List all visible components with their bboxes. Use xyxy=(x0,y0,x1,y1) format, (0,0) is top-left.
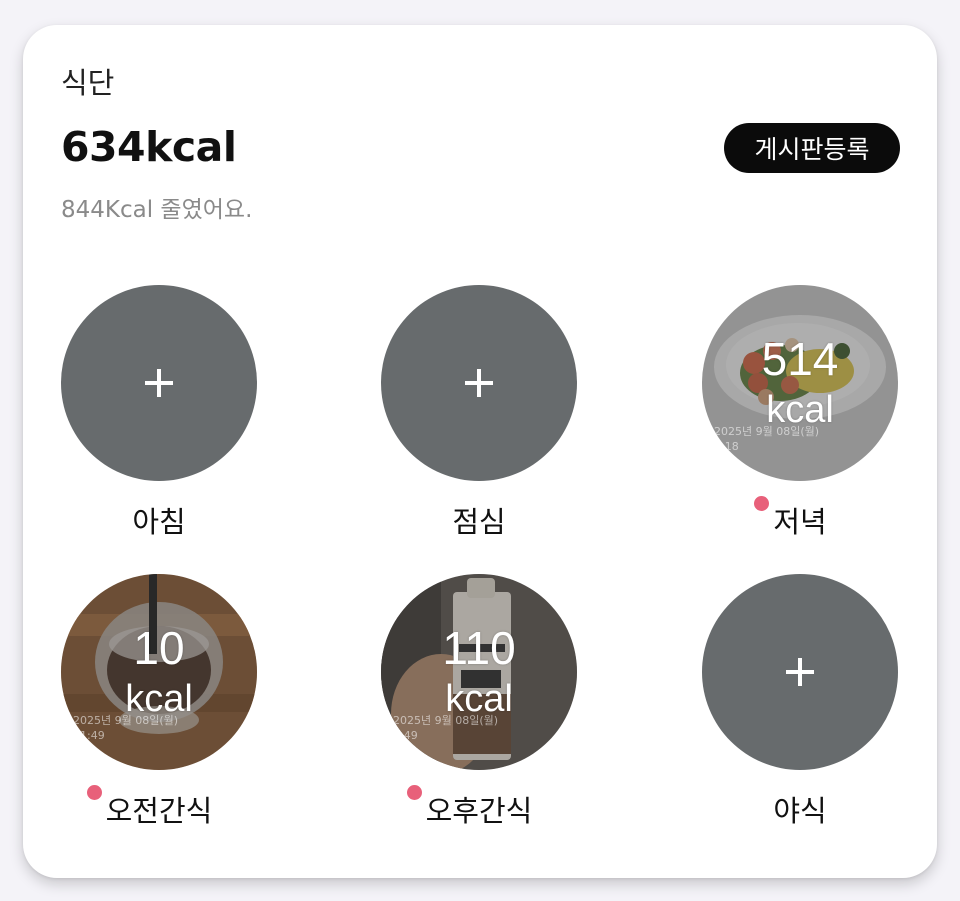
meal-label: 아침 xyxy=(132,505,186,539)
afternoon-snack-photo-button[interactable]: 2025년 9월 08일(월) 2:49 110 kcal xyxy=(381,574,577,770)
add-late-night-button[interactable] xyxy=(702,574,898,770)
meal-label: 야식 xyxy=(773,794,827,828)
section-title: 식단 xyxy=(61,66,115,100)
meal-lunch: 점심 xyxy=(364,285,594,555)
meal-kcal-value: 110 xyxy=(442,622,516,674)
add-breakfast-button[interactable] xyxy=(61,285,257,481)
meal-label: 오후간식 xyxy=(425,794,533,828)
meal-label: 저녁 xyxy=(773,505,827,539)
meal-late-night: 야식 xyxy=(685,574,915,844)
meal-kcal-unit: kcal xyxy=(445,678,513,721)
morning-snack-photo-button[interactable]: 2025년 9월 08일(월) 11:49 10 kcal xyxy=(61,574,257,770)
meal-morning-snack: 2025년 9월 08일(월) 11:49 10 kcal 오전간식 xyxy=(44,574,274,844)
meal-afternoon-snack: 2025년 9월 08일(월) 2:49 110 kcal 오후간식 xyxy=(364,574,594,844)
add-lunch-button[interactable] xyxy=(381,285,577,481)
meal-breakfast: 아침 xyxy=(44,285,274,555)
logged-indicator-dot xyxy=(86,785,102,800)
logged-indicator-dot xyxy=(406,785,422,800)
meal-kcal-unit: kcal xyxy=(125,678,193,721)
register-board-button[interactable]: 게시판등록 xyxy=(724,123,900,173)
plus-icon xyxy=(465,369,493,397)
plus-icon xyxy=(145,369,173,397)
diet-card: 식단 634kcal 게시판등록 844Kcal 줄였어요. 아침 점심 202… xyxy=(23,25,937,878)
meal-kcal-unit: kcal xyxy=(766,389,834,432)
meal-label: 오전간식 xyxy=(105,794,213,828)
plus-icon xyxy=(786,658,814,686)
total-kcal: 634kcal xyxy=(61,123,237,171)
dinner-photo-button[interactable]: 2025년 9월 08일(월) 5:18 514 kcal xyxy=(702,285,898,481)
meal-dinner: 2025년 9월 08일(월) 5:18 514 kcal 저녁 xyxy=(685,285,915,555)
meal-label: 점심 xyxy=(452,505,506,539)
reduced-kcal-text: 844Kcal 줄였어요. xyxy=(61,197,253,223)
meal-kcal-value: 10 xyxy=(133,622,185,674)
meal-kcal-value: 514 xyxy=(761,333,839,385)
logged-indicator-dot xyxy=(754,496,770,511)
